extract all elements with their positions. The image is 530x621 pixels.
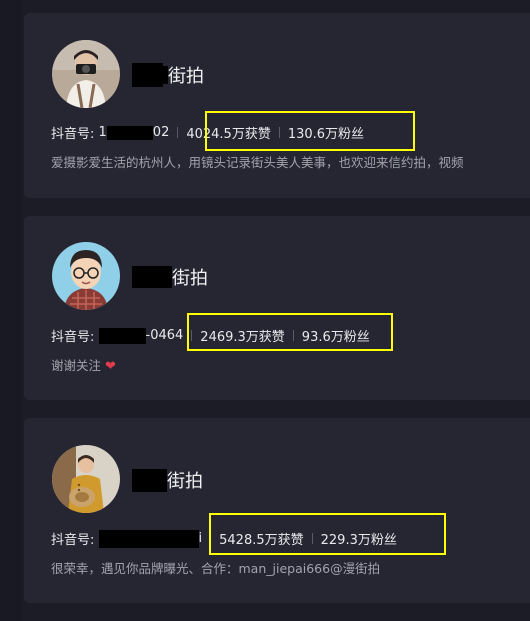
highlight-box bbox=[187, 313, 393, 351]
avatar-photographer-image bbox=[52, 40, 120, 108]
id-end: i bbox=[198, 531, 203, 546]
bio-text: 很荣幸，遇见你品牌曝光、合作：man_jiepai666@漫街拍 bbox=[51, 561, 381, 576]
redacted-id bbox=[98, 327, 146, 344]
id-start: 1 bbox=[98, 125, 107, 140]
id-label: 抖音号: bbox=[51, 330, 99, 345]
avatar[interactable] bbox=[52, 445, 120, 513]
avatar[interactable] bbox=[52, 40, 120, 108]
redacted-id bbox=[98, 529, 199, 548]
divider bbox=[177, 127, 179, 138]
user-name[interactable]: 街拍 bbox=[132, 467, 203, 493]
heart-icon: ❤ bbox=[105, 359, 116, 374]
user-card[interactable]: 街拍 抖音号: i 5428.5万获赞 229.3万粉丝 很荣幸，遇见你品牌曝光、合… bbox=[24, 418, 530, 603]
bio-text: 谢谢关注 ❤ bbox=[51, 355, 116, 374]
id-end: -0464 bbox=[145, 328, 184, 343]
redacted-name bbox=[132, 468, 167, 492]
user-card[interactable]: 街拍 抖音号: 1 02 4024.5万获赞 130.6万粉丝 爱摄影爱生活的杭州人，… bbox=[24, 13, 530, 198]
user-name[interactable]: 街拍 bbox=[132, 264, 208, 290]
avatar-fashion-image bbox=[52, 445, 120, 513]
bio-text: 爱摄影爱生活的杭州人，用镜头记录街头美人美事，也欢迎来信约拍，视频 bbox=[51, 155, 464, 170]
left-strip bbox=[0, 0, 22, 621]
avatar[interactable] bbox=[52, 242, 120, 310]
avatar-cartoon-image bbox=[52, 242, 120, 310]
id-end: 02 bbox=[152, 125, 170, 140]
redacted-id bbox=[106, 125, 153, 140]
highlight-box bbox=[209, 513, 446, 555]
bio-label: 谢谢关注 bbox=[51, 358, 102, 373]
id-label: 抖音号: bbox=[51, 127, 99, 142]
redacted-name bbox=[132, 266, 172, 288]
id-label: 抖音号: bbox=[51, 533, 99, 548]
highlight-box bbox=[205, 111, 415, 151]
user-name[interactable]: 街拍 bbox=[132, 62, 204, 88]
redacted-name bbox=[132, 63, 163, 87]
user-card[interactable]: 街拍 抖音号: -0464 2469.3万获赞 93.6万粉丝 谢谢关注 ❤ bbox=[24, 216, 530, 400]
